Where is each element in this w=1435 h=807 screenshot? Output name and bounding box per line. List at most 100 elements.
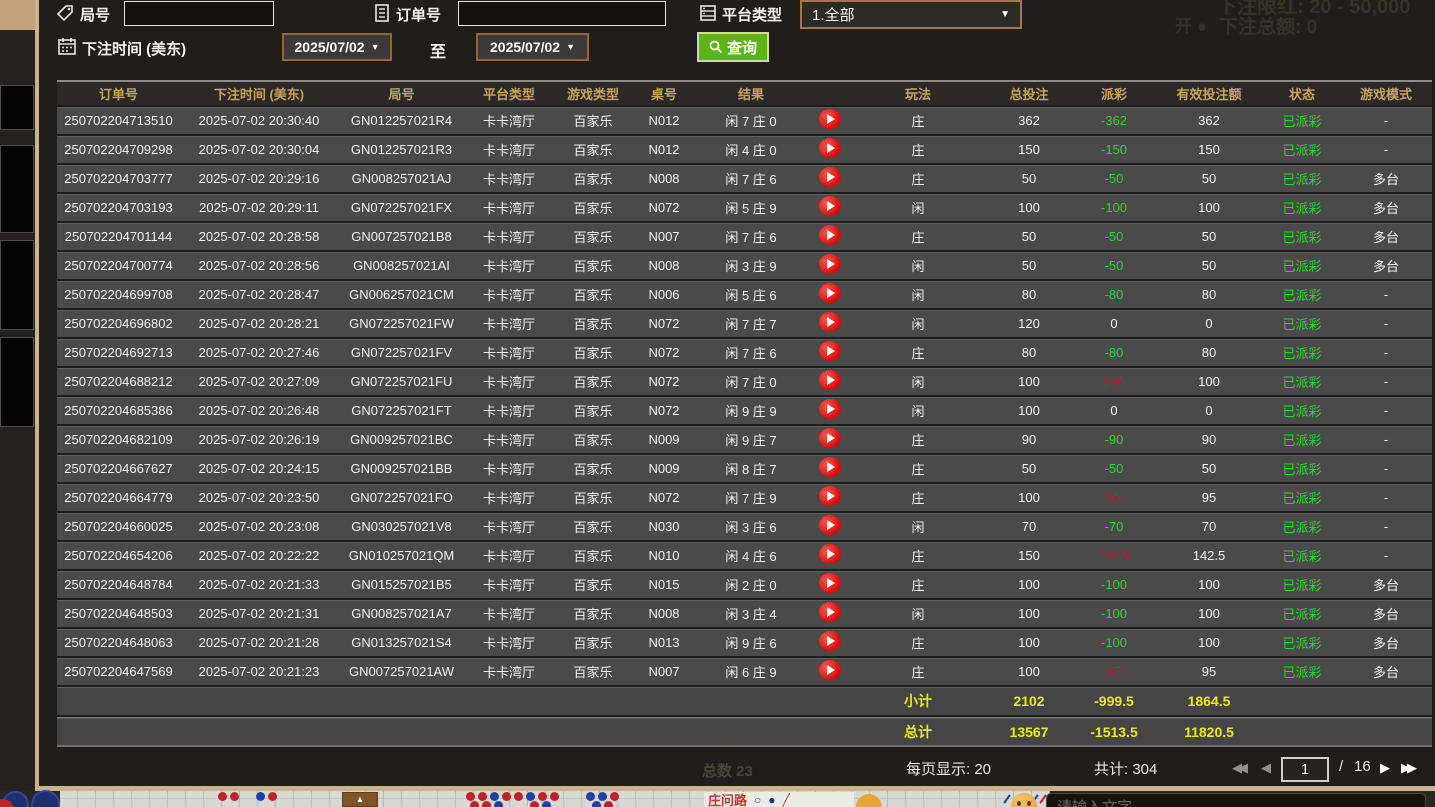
table-row: 250702204664779 2025-07-02 20:23:50 GN0722… [57, 484, 1432, 513]
play-video-icon[interactable] [818, 254, 841, 274]
bead-road-grid [60, 791, 1050, 807]
bead-dot [466, 792, 475, 801]
table-row: 250702204685386 2025-07-02 20:26:48 GN0722… [57, 397, 1432, 426]
bead-dot [514, 792, 523, 801]
next-page-icon[interactable]: ▶ [1380, 760, 1390, 776]
date-to-picker[interactable]: 2025/07/02 ▼ [476, 33, 589, 61]
column-header: 游戏模式 [1359, 87, 1412, 102]
screen: 乚 下注限红: 20 - 50,000 开 ● 下注总额: 0 总数 23 局号… [0, 0, 1435, 807]
table-row: 250702204692713 2025-07-02 20:27:46 GN0722… [57, 339, 1432, 368]
table-row: 250702204648503 2025-07-02 20:21:31 GN0082… [57, 600, 1432, 629]
bet-records-modal: 下注限红: 20 - 50,000 开 ● 下注总额: 0 总数 23 局号 订… [39, 0, 1435, 786]
bead-dot [530, 801, 539, 807]
order-number-label: 订单号 [396, 7, 442, 24]
dim-count-text: 总数 23 [702, 763, 753, 780]
bead-dot [592, 801, 601, 807]
search-icon [709, 40, 723, 54]
grand-total-payout: -1513.5 [1090, 723, 1138, 740]
chevron-down-icon: ▼ [566, 42, 575, 52]
road-legend-label: 庄问路 [708, 793, 748, 807]
background-sidebar-button [0, 145, 34, 233]
road-stroke [1003, 794, 1011, 804]
background-sidebar-button: 乚 [0, 85, 34, 190]
platform-icon [698, 3, 718, 23]
background-game-area: ▲ 庄问路 ○ ● ╱ [0, 790, 1435, 807]
play-video-icon[interactable] [818, 544, 841, 564]
search-button-label: 查询 [726, 39, 757, 57]
dim-toggle-text: 开 ● [1175, 17, 1207, 36]
date-from-picker[interactable]: 2025/07/02 ▼ [282, 33, 392, 61]
search-button[interactable]: 查询 [697, 32, 769, 62]
play-video-icon[interactable] [818, 283, 841, 303]
order-number-input[interactable] [458, 1, 666, 26]
play-video-icon[interactable] [818, 196, 841, 216]
column-header: 结果 [737, 87, 764, 102]
play-video-icon[interactable] [818, 428, 841, 448]
page-number-input[interactable]: 1 [1281, 757, 1329, 782]
table-row: 250702204660025 2025-07-02 20:23:08 GN0302… [57, 513, 1432, 542]
play-video-icon[interactable] [818, 399, 841, 419]
bead-dot [586, 792, 595, 801]
play-video-icon[interactable] [818, 341, 841, 361]
column-header: 下注时间 (美东) [213, 87, 305, 102]
subtotal-total-bet: 2102 [1013, 693, 1045, 709]
table-row: 250702204682109 2025-07-02 20:26:19 GN0092… [57, 426, 1432, 455]
chevron-down-icon: ▼ [1000, 9, 1010, 20]
play-video-icon[interactable] [818, 370, 841, 390]
last-page-icon[interactable]: ▶▶ [1401, 760, 1417, 776]
bead-dot [550, 792, 559, 801]
table-row: 250702204713510 2025-07-02 20:30:40 GN0122… [57, 107, 1432, 136]
play-video-icon[interactable] [818, 457, 841, 477]
table-row: 250702204648784 2025-07-02 20:21:33 GN0152… [57, 571, 1432, 600]
total-pages-label: 16 [1354, 758, 1371, 775]
bead-dot [526, 792, 535, 801]
column-header: 局号 [388, 87, 415, 102]
subtotal-row: 小计 2102 -999.5 1864.5 [57, 687, 1432, 717]
play-video-icon[interactable] [818, 660, 841, 680]
total-count-label: 共计: 304 [1094, 761, 1158, 778]
grand-total-label: 总计 [904, 723, 932, 740]
play-video-icon[interactable] [818, 602, 841, 622]
table-row: 250702204699708 2025-07-02 20:28:47 GN0062… [57, 281, 1432, 310]
subtotal-payout: -999.5 [1094, 693, 1134, 709]
tag-icon [55, 3, 75, 23]
dim-bet-total-text: 下注总额: 0 [1219, 17, 1318, 38]
play-video-icon[interactable] [818, 312, 841, 332]
play-video-icon[interactable] [818, 515, 841, 535]
play-video-icon[interactable] [818, 167, 841, 187]
bead-dot [610, 792, 619, 801]
bet-records-table: 订单号 下注时间 (美东) 局号 平台类型 游戏类型 桌号 结果 玩法 总投注 派彩 有效投注额 状态… [57, 80, 1432, 747]
bead-dot [490, 792, 499, 801]
prev-page-icon[interactable]: ◀ [1261, 760, 1271, 776]
calendar-icon [57, 36, 77, 56]
chevron-down-icon: ▼ [370, 42, 380, 52]
play-video-icon[interactable] [818, 225, 841, 245]
per-page-label: 每页显示: 20 [906, 761, 992, 778]
road-legend: 庄问路 ○ ● ╱ [704, 792, 854, 807]
bead-dot [598, 792, 607, 801]
play-video-icon[interactable] [818, 486, 841, 506]
date-to-separator: 至 [430, 44, 447, 61]
platform-select[interactable]: 1.全部 ▼ [800, 0, 1022, 29]
table-row: 250702204703777 2025-07-02 20:29:16 GN0082… [57, 165, 1432, 194]
column-header: 派彩 [1100, 87, 1127, 102]
round-number-label: 局号 [80, 7, 111, 24]
grand-total-total-bet: 13567 [1009, 723, 1049, 740]
page-separator: / [1339, 758, 1344, 775]
circle-outline-icon: ○ [754, 792, 762, 807]
bead-dot [494, 801, 503, 807]
chat-input[interactable] [1046, 793, 1426, 807]
circle-filled-icon: ● [768, 792, 776, 807]
play-video-icon[interactable] [818, 109, 841, 129]
bead-dot [470, 801, 479, 807]
table-row: 250702204654206 2025-07-02 20:22:22 GN0102… [57, 542, 1432, 571]
bet-time-label: 下注时间 (美东) [82, 41, 187, 58]
column-header: 状态 [1288, 87, 1315, 102]
round-number-input[interactable] [124, 1, 274, 26]
subtotal-valid-bet: 1864.5 [1187, 693, 1231, 709]
play-video-icon[interactable] [818, 138, 841, 158]
play-video-icon[interactable] [818, 631, 841, 651]
bead-dot [478, 792, 487, 801]
first-page-icon[interactable]: ◀◀ [1232, 760, 1248, 776]
play-video-icon[interactable] [818, 573, 841, 593]
